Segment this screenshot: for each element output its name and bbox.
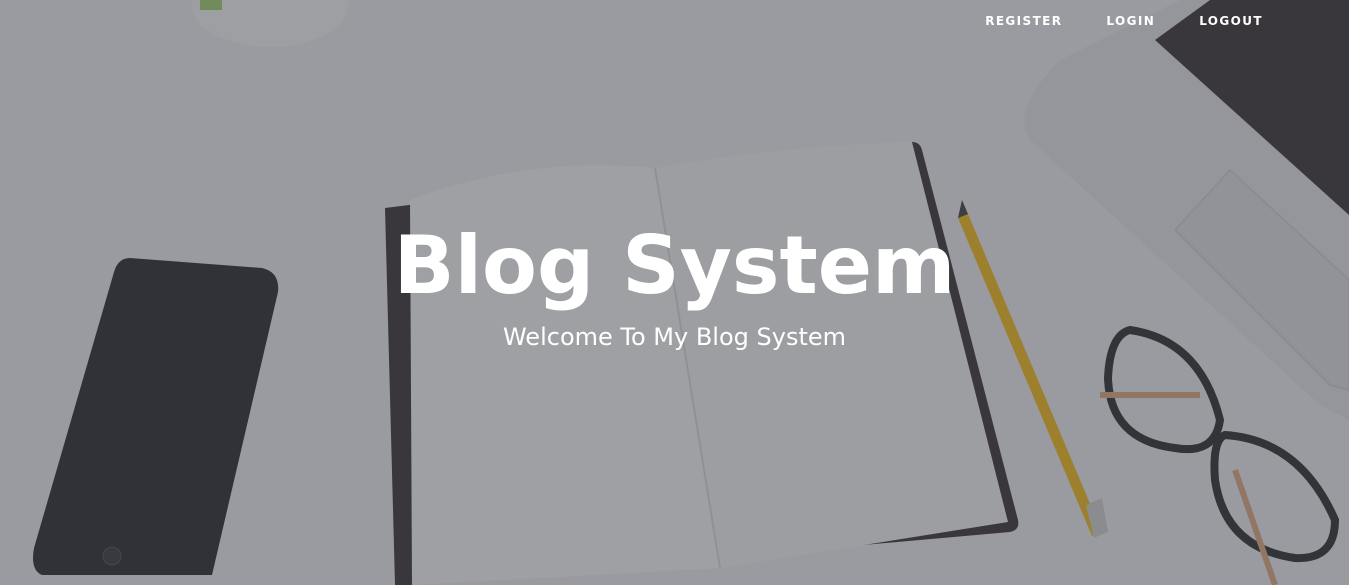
hero-header: REGISTER LOGIN LOGOUT Blog System Welcom… [0,0,1349,585]
nav-logout-link[interactable]: LOGOUT [1177,12,1285,30]
site-heading: Blog System Welcome To My Blog System [0,218,1349,352]
nav-login-link[interactable]: LOGIN [1084,12,1177,30]
site-subtitle: Welcome To My Blog System [502,323,847,351]
site-title: Blog System [393,219,956,312]
top-navigation: REGISTER LOGIN LOGOUT [963,12,1285,30]
nav-register-link[interactable]: REGISTER [963,12,1084,30]
